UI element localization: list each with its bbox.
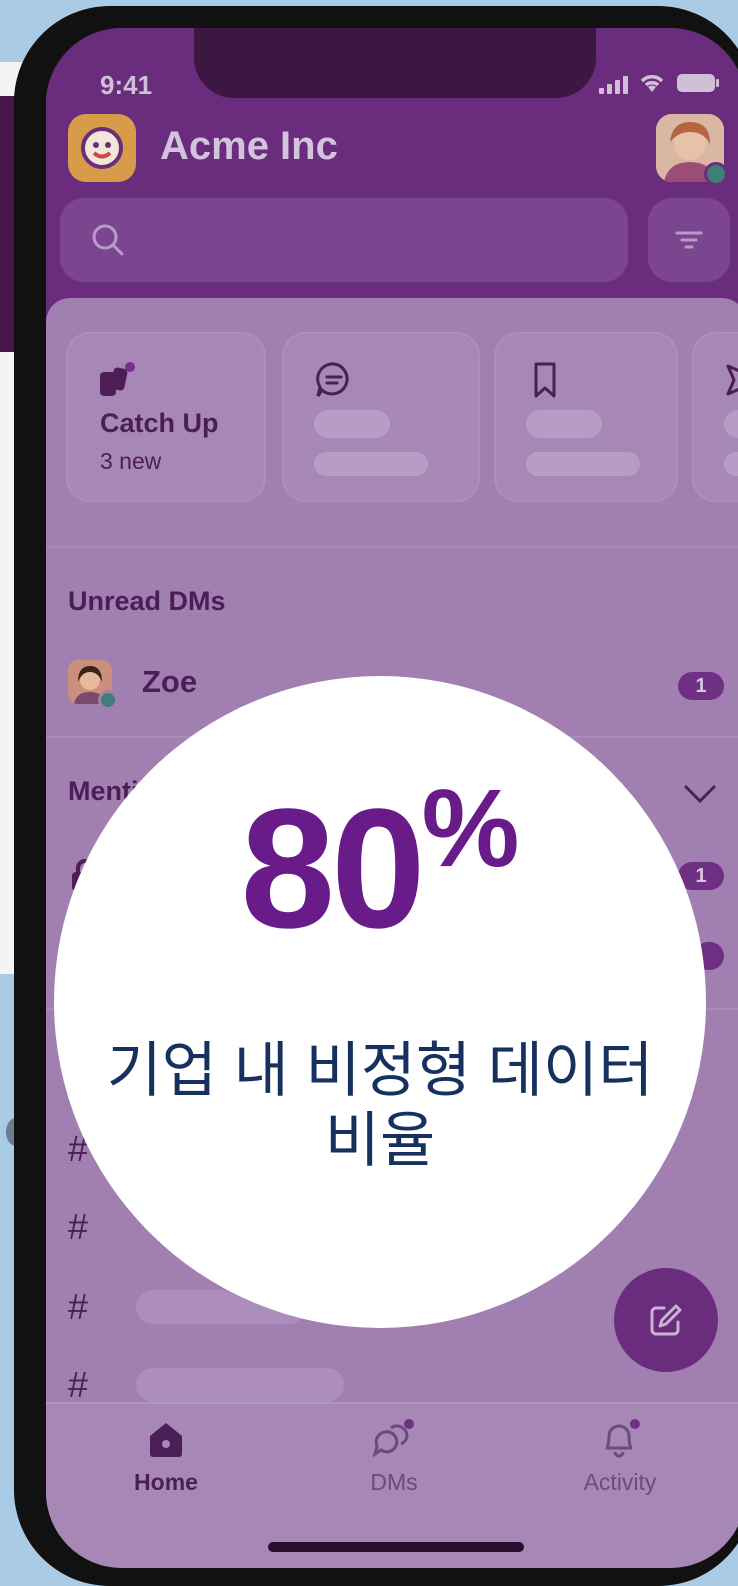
bookmark-icon <box>534 362 556 398</box>
statistic-number: 80 <box>240 774 426 964</box>
tab-label: DMs <box>370 1469 418 1495</box>
statistic-unit: % <box>421 767 520 890</box>
channel-hash-icon: # <box>68 1286 89 1327</box>
workspace-name[interactable]: Acme Inc <box>160 124 338 169</box>
card-title: Catch Up <box>100 408 219 438</box>
wifi-icon <box>638 72 666 94</box>
unread-dms-title[interactable]: Unread DMs <box>68 586 226 617</box>
bell-icon <box>605 1419 640 1458</box>
threads-icon <box>316 362 349 397</box>
placeholder-pill <box>526 452 640 476</box>
statistic-overlay: 80% 기업 내 비정형 데이터 비율 <box>54 676 706 1328</box>
presence-indicator <box>704 162 728 186</box>
tab-label: Activity <box>583 1469 657 1495</box>
placeholder-pill <box>526 410 602 438</box>
tab-activity[interactable]: Activity <box>540 1418 700 1496</box>
unread-badge: 1 <box>678 672 724 700</box>
search-input[interactable] <box>60 198 628 282</box>
dm-item-zoe[interactable]: Zoe <box>142 664 197 700</box>
tab-home[interactable]: Home <box>86 1418 246 1496</box>
compose-icon <box>650 1304 682 1336</box>
statistic-value: 80% <box>54 774 706 955</box>
dm-avatar <box>68 660 118 710</box>
channel-placeholder <box>136 1368 344 1402</box>
battery-icon <box>676 72 720 94</box>
channel-hash-icon: # <box>68 1364 89 1405</box>
threads-card[interactable] <box>282 332 480 502</box>
status-icons <box>599 72 720 94</box>
status-time: 9:41 <box>100 70 153 100</box>
presence-indicator <box>98 690 118 710</box>
workspace-logo-icon[interactable] <box>68 114 136 182</box>
sent-card[interactable] <box>692 332 738 502</box>
phone-notch <box>194 28 596 98</box>
tab-label: Home <box>134 1469 198 1495</box>
home-indicator <box>268 1542 524 1552</box>
home-icon <box>150 1423 182 1457</box>
card-subtitle: 3 new <box>100 448 162 474</box>
tab-dms[interactable]: DMs <box>314 1418 474 1496</box>
section-divider <box>46 546 738 548</box>
catch-up-card[interactable]: Catch Up 3 new <box>66 332 266 502</box>
dms-icon <box>372 1419 414 1458</box>
placeholder-pill <box>314 452 428 476</box>
search-icon <box>92 224 124 256</box>
statistic-caption: 기업 내 비정형 데이터 비율 <box>106 1037 654 1174</box>
placeholder-pill <box>724 410 738 438</box>
bottom-tab-bar: Home DMs Activity <box>46 1402 738 1568</box>
filter-button[interactable] <box>648 198 730 282</box>
cellular-signal-icon <box>599 74 628 94</box>
channel-hash-icon: # <box>68 1206 89 1247</box>
placeholder-pill <box>314 410 390 438</box>
app-header: 9:41 Acme Inc <box>46 28 738 326</box>
placeholder-pill <box>724 452 738 476</box>
user-avatar[interactable] <box>656 114 728 186</box>
send-icon <box>726 364 738 396</box>
filter-icon <box>675 231 703 249</box>
catch-up-icon <box>100 362 135 396</box>
compose-button[interactable] <box>614 1268 718 1372</box>
saved-card[interactable] <box>494 332 678 502</box>
